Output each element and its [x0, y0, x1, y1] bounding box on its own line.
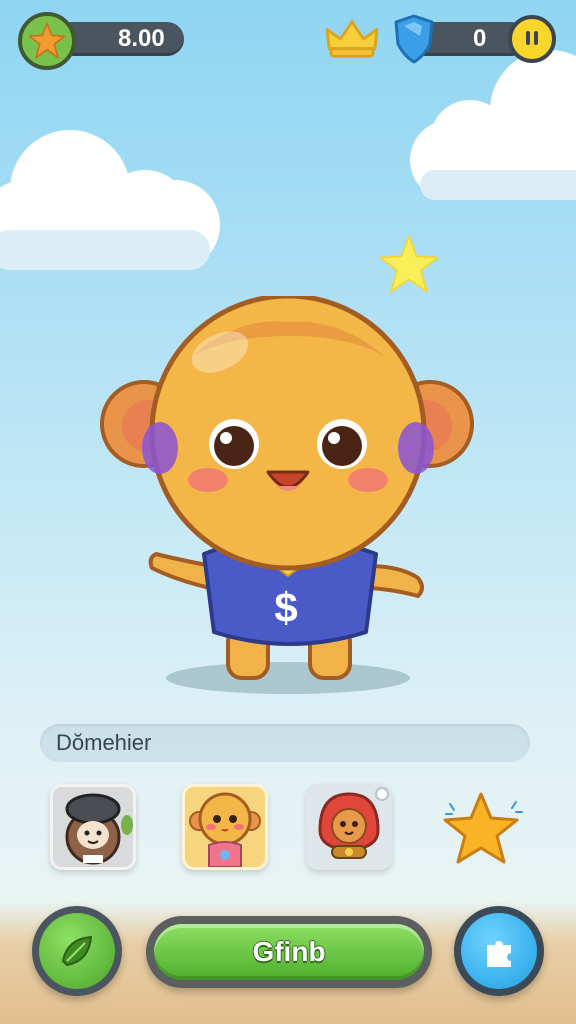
play-button-label: Gfinb [252, 936, 326, 967]
left-action-button[interactable] [32, 906, 122, 996]
star-reward-card[interactable] [438, 784, 524, 870]
gems-value: 0 [473, 25, 487, 52]
monkey-character-card[interactable] [182, 784, 268, 870]
player-badge-button[interactable] [18, 12, 76, 70]
smiley-coin-button[interactable] [508, 15, 556, 63]
crown-icon[interactable] [323, 16, 381, 62]
smiley-coin-icon [526, 31, 538, 45]
hooded-character-icon [318, 787, 389, 859]
leaf-icon [61, 935, 93, 967]
shield-gem-icon[interactable] [392, 14, 436, 64]
main-character: $ [100, 296, 474, 694]
cloud-left [0, 110, 230, 280]
star-badge-icon [28, 22, 66, 59]
hat-character-card[interactable] [50, 784, 136, 870]
puzzle-icon [487, 941, 511, 967]
cloud-right [410, 40, 576, 210]
right-action-button[interactable] [454, 906, 544, 996]
monkey-character-icon [189, 792, 261, 867]
hat-character-icon [65, 793, 133, 865]
shirt-dollar-symbol: $ [274, 584, 297, 631]
coins-value: 8.00 [118, 25, 165, 52]
floating-star-icon [379, 235, 439, 293]
name-input-value: Dŏmehier [56, 730, 152, 755]
hooded-character-card[interactable] [306, 784, 392, 870]
name-input[interactable]: Dŏmehier [40, 724, 530, 762]
star-reward-icon [443, 792, 523, 864]
play-button[interactable]: Gfinb [146, 916, 432, 988]
